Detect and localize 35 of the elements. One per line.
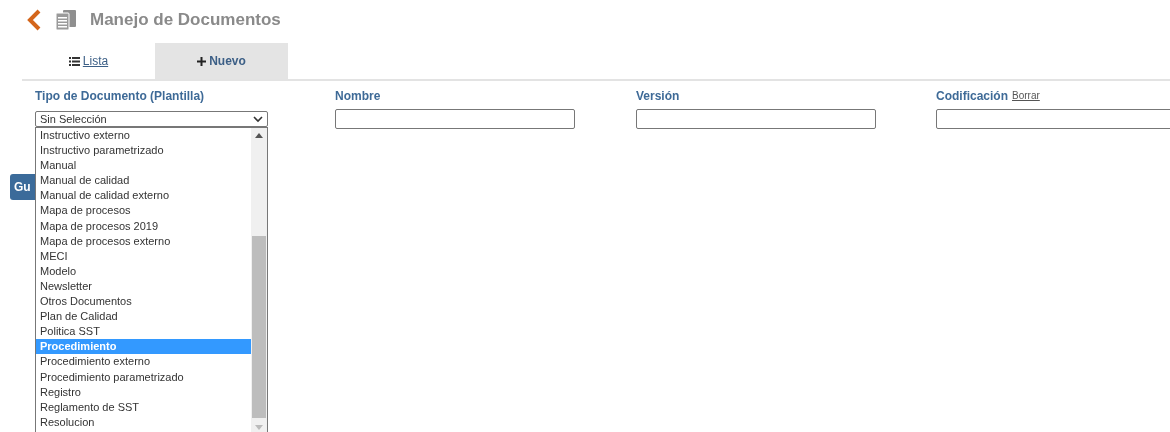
- list-icon: [68, 56, 80, 66]
- scroll-up-icon[interactable]: [255, 133, 263, 138]
- plus-icon: [197, 56, 207, 66]
- page-title: Manejo de Documentos: [90, 10, 281, 30]
- dropdown-option[interactable]: Mapa de procesos 2019: [36, 218, 251, 234]
- dropdown-option[interactable]: Registro: [36, 384, 251, 400]
- field-label: Nombre: [335, 89, 381, 103]
- dropdown-option[interactable]: Newsletter: [36, 278, 251, 295]
- dropdown-option[interactable]: Modelo: [36, 263, 251, 279]
- clear-link[interactable]: Borrar: [1012, 90, 1040, 101]
- dropdown-option[interactable]: Instructivo parametrizado: [36, 143, 251, 159]
- dropdown-option[interactable]: Mapa de procesos externo: [36, 233, 251, 249]
- dropdown-option[interactable]: Procedimiento parametrizado: [36, 369, 251, 385]
- dropdown-option[interactable]: Manual: [36, 158, 251, 174]
- dropdown-option[interactable]: Reglamento de SST: [36, 399, 251, 415]
- tab[interactable]: Nuevo: [155, 43, 288, 79]
- input-field[interactable]: [636, 109, 876, 129]
- input-field[interactable]: [335, 109, 575, 129]
- dropdown-option[interactable]: Mapa de procesos: [36, 203, 251, 219]
- document-type-select[interactable]: Sin Selección: [35, 111, 268, 127]
- dropdown-option[interactable]: Instructivo externo: [36, 128, 251, 144]
- dropdown-option[interactable]: MECI: [36, 248, 251, 264]
- field-label: Versión: [636, 89, 680, 103]
- dropdown-option[interactable]: Procedimiento externo: [36, 354, 251, 370]
- field-label: Codificación: [936, 89, 1008, 103]
- dropdown-option[interactable]: Otros Documentos: [36, 294, 251, 310]
- chevron-down-icon: [253, 115, 263, 123]
- dropdown-option[interactable]: Plan de Calidad: [36, 309, 251, 325]
- dropdown-option[interactable]: Politica SST: [36, 324, 251, 340]
- scrollbar[interactable]: [251, 128, 267, 432]
- input-field[interactable]: [936, 109, 1170, 129]
- dropdown-option[interactable]: Resolucion: [36, 414, 251, 430]
- back-icon[interactable]: [26, 9, 42, 31]
- field-label: Tipo de Documento (Plantilla): [35, 89, 205, 103]
- documents-icon: [54, 9, 78, 31]
